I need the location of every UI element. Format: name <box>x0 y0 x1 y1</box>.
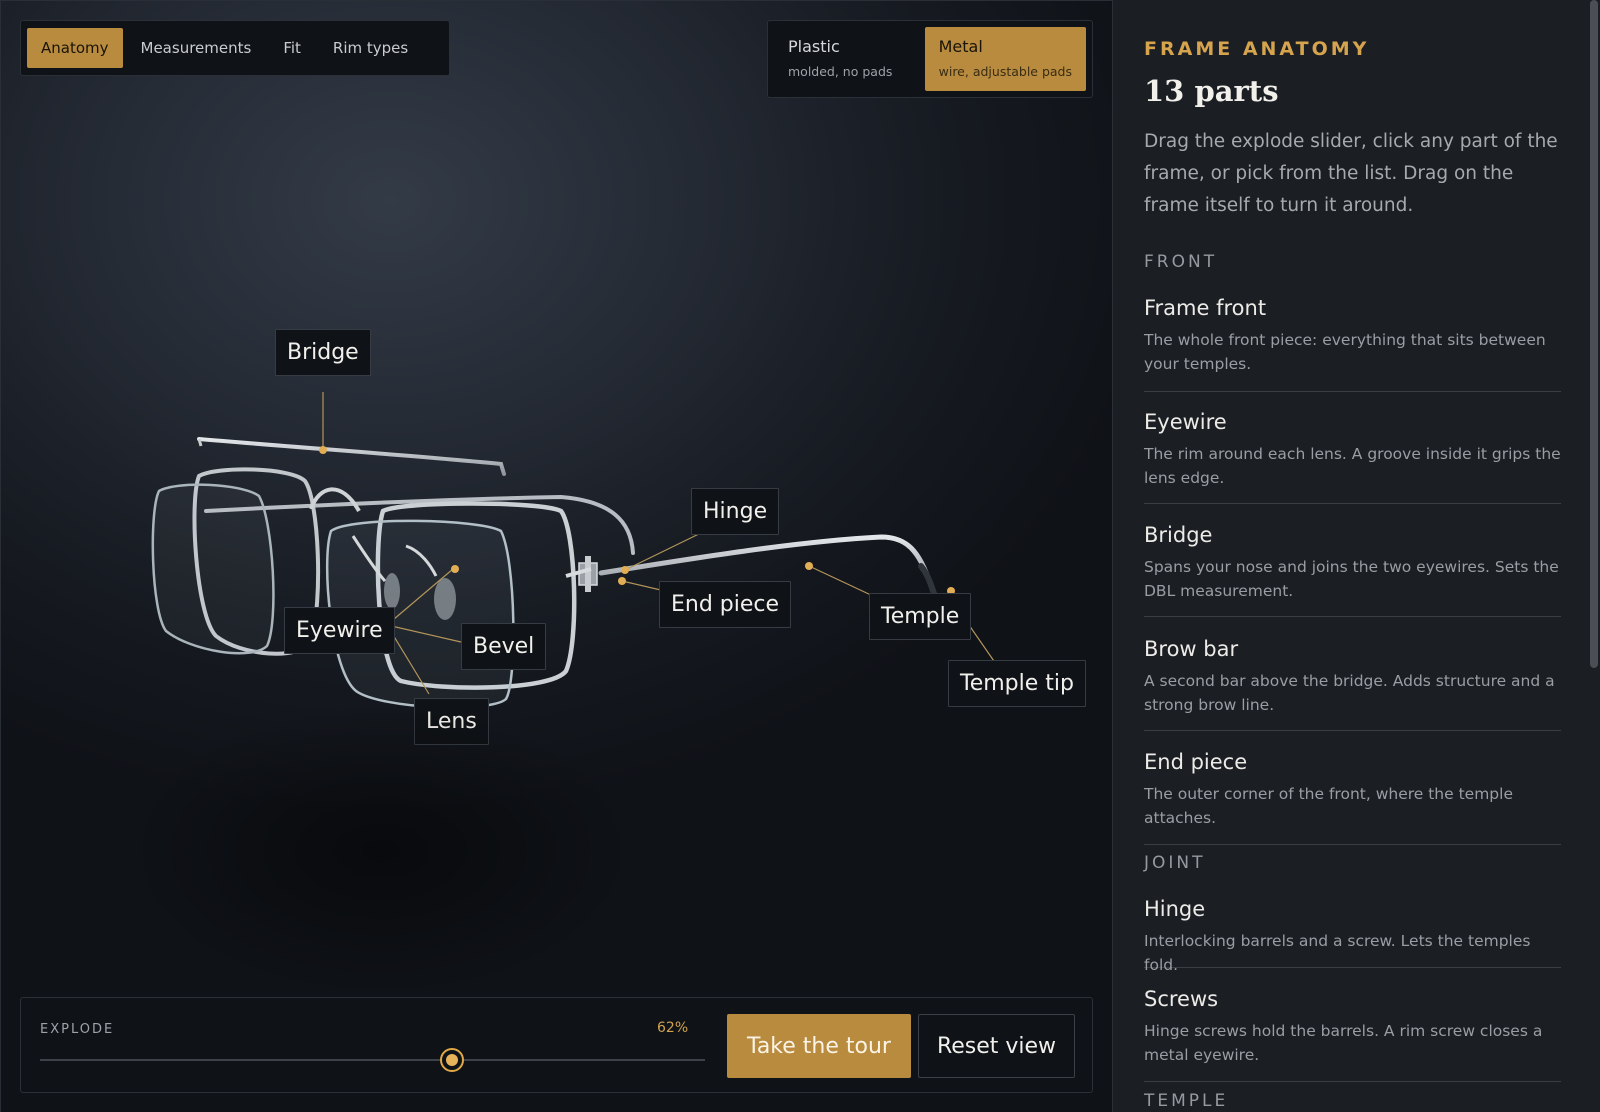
reset-view-button[interactable]: Reset view <box>918 1014 1075 1078</box>
parts-panel: FRAME ANATOMY 13 parts Drag the explode … <box>1112 0 1600 1112</box>
group-label-joint: JOINT <box>1144 853 1206 873</box>
part-desc: The rim around each lens. A groove insid… <box>1144 445 1561 487</box>
part-name: Screws <box>1144 987 1219 1011</box>
explode-value: 62% <box>657 1020 689 1036</box>
part-desc: Hinge screws hold the barrels. A rim scr… <box>1144 1022 1543 1064</box>
part-name: Bridge <box>1144 523 1213 547</box>
explode-slider-track[interactable] <box>40 1059 705 1061</box>
part-name: Eyewire <box>1144 410 1227 434</box>
explode-controls: EXPLODE 62% Take the tour Reset view <box>20 997 1093 1093</box>
part-item-end-piece[interactable]: End piece The outer corner of the front,… <box>1144 750 1561 845</box>
part-item-hinge[interactable]: Hinge Interlocking barrels and a screw. … <box>1144 897 1561 974</box>
callout-bevel[interactable]: Bevel <box>461 623 547 670</box>
part-desc: Interlocking barrels and a screw. Lets t… <box>1144 932 1531 974</box>
callout-bridge[interactable]: Bridge <box>275 329 371 376</box>
part-name: Frame front <box>1144 296 1267 320</box>
group-label-temple: TEMPLE <box>1144 1091 1229 1111</box>
part-item-eyewire[interactable]: Eyewire The rim around each lens. A groo… <box>1144 410 1561 504</box>
part-name: Brow bar <box>1144 637 1239 661</box>
explode-slider-thumb[interactable] <box>440 1048 465 1072</box>
part-item-brow-bar[interactable]: Brow bar A second bar above the bridge. … <box>1144 637 1561 731</box>
part-name: Hinge <box>1144 897 1206 921</box>
part-desc: A second bar above the bridge. Adds stru… <box>1144 672 1555 714</box>
part-item-frame-front[interactable]: Frame front The whole front piece: every… <box>1144 296 1561 392</box>
explode-label: EXPLODE <box>40 1022 115 1037</box>
take-tour-button[interactable]: Take the tour <box>727 1014 911 1078</box>
callout-hinge[interactable]: Hinge <box>691 488 780 535</box>
panel-eyebrow: FRAME ANATOMY <box>1144 38 1370 60</box>
viewport[interactable]: Anatomy Measurements Fit Rim types Plast… <box>0 0 1112 1112</box>
temple-tip-part <box>918 563 938 599</box>
callout-lens[interactable]: Lens <box>414 698 489 745</box>
callout-end-piece[interactable]: End piece <box>659 581 792 628</box>
part-name: End piece <box>1144 750 1248 774</box>
callout-eyewire[interactable]: Eyewire <box>284 607 395 654</box>
callout-temple-tip[interactable]: Temple tip <box>948 660 1086 707</box>
part-item-screws[interactable]: Screws Hinge screws hold the barrels. A … <box>1144 987 1561 1082</box>
parts-count: 13 parts <box>1144 74 1279 108</box>
left-lens-part <box>151 483 275 655</box>
glasses-model[interactable] <box>1 1 1112 1112</box>
part-item-bridge[interactable]: Bridge Spans your nose and joins the two… <box>1144 523 1561 617</box>
part-desc: The outer corner of the front, where the… <box>1144 785 1513 827</box>
group-label-front: FRONT <box>1144 252 1218 272</box>
part-desc: The whole front piece: everything that s… <box>1144 331 1546 373</box>
panel-intro: Drag the explode slider, click any part … <box>1144 131 1558 216</box>
part-desc: Spans your nose and joins the two eyewir… <box>1144 558 1559 600</box>
callout-temple[interactable]: Temple <box>869 593 972 640</box>
panel-scrollbar[interactable] <box>1590 0 1598 668</box>
